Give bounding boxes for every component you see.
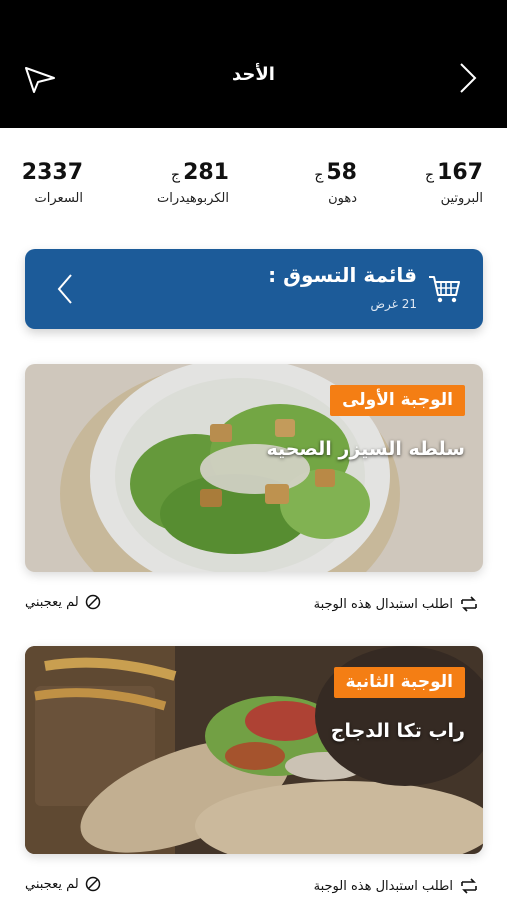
shopping-list-card[interactable]: قائمة التسوق : 21 غرض [25, 249, 483, 329]
swap-icon [461, 878, 477, 894]
shopping-item-count: 21 غرض [370, 297, 418, 311]
swap-meal-label: اطلب استبدال هذه الوجبة [313, 596, 453, 612]
macro-label: دهون [328, 191, 357, 206]
macro-protein: 167ج البروتين [373, 160, 483, 206]
dislike-button[interactable]: لم يعجبني [25, 876, 101, 892]
ban-icon [85, 594, 100, 610]
swap-meal-button[interactable]: اطلب استبدال هذه الوجبة [314, 876, 479, 896]
dislike-button[interactable]: لم يعجبني [25, 594, 101, 610]
swap-meal-label: اطلب استبدال هذه الوجبة [313, 878, 453, 894]
meal-actions-2: اطلب استبدال هذه الوجبة لم يعجبني [25, 872, 483, 900]
macro-value: 167 [437, 160, 483, 185]
swap-icon [461, 596, 477, 612]
macro-label: السعرات [34, 191, 83, 206]
meal-badge: الوجبة الأولى [330, 385, 465, 416]
cart-icon [429, 276, 460, 303]
shopping-list-title: قائمة التسوق : [268, 263, 417, 287]
meal-badge: الوجبة الثانية [333, 667, 465, 698]
meal-card-1[interactable]: الوجبة الأولى سلطه السيزر الصحيه [25, 364, 483, 572]
dislike-label: لم يعجبني [25, 594, 79, 610]
macro-fat: 58ج دهون [247, 160, 357, 206]
macro-unit: ج [425, 167, 435, 183]
macro-value: 58 [326, 160, 357, 185]
meal-card-2[interactable]: الوجبة الثانية راب تكا الدجاج [25, 646, 483, 854]
macro-unit: ج [314, 167, 324, 183]
day-title: الأحد [232, 64, 275, 85]
macros-summary: 167ج البروتين 58ج دهون 281ج الكربوهيدرات… [0, 150, 507, 220]
chevron-right-icon[interactable] [455, 60, 479, 96]
swap-meal-button[interactable]: اطلب استبدال هذه الوجبة [314, 594, 479, 614]
macro-value: 2337 [21, 160, 83, 185]
chevron-left-icon [57, 274, 72, 304]
meal-actions-1: اطلب استبدال هذه الوجبة لم يعجبني [25, 590, 483, 620]
macro-unit: ج [171, 167, 181, 183]
macro-label: البروتين [440, 191, 483, 206]
macro-label: الكربوهيدرات [157, 191, 229, 206]
top-bar: الأحد [0, 0, 507, 128]
meal-name: راب تكا الدجاج [330, 720, 465, 742]
meal-name: سلطه السيزر الصحيه [266, 438, 465, 460]
macro-calories: 2337 السعرات [0, 160, 83, 206]
macro-carbs: 281ج الكربوهيدرات [119, 160, 229, 206]
macro-value: 281 [183, 160, 229, 185]
ban-icon [85, 876, 100, 892]
dislike-label: لم يعجبني [25, 876, 79, 892]
